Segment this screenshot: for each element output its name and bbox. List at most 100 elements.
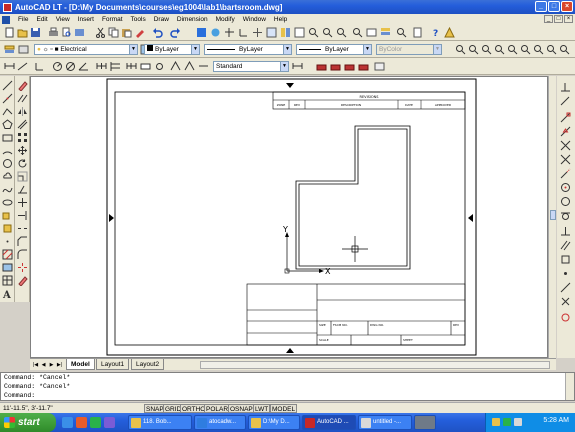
horizontal-scrollbar[interactable] — [200, 361, 550, 369]
construction-line-icon[interactable] — [2, 93, 13, 104]
snap-from-icon[interactable] — [224, 27, 235, 38]
desktop-icon[interactable] — [90, 417, 101, 428]
polygon-icon[interactable] — [2, 119, 13, 130]
new-icon[interactable] — [4, 27, 15, 38]
snap-endpoint-icon[interactable] — [560, 112, 571, 123]
task-button[interactable]: atocadw... — [194, 415, 246, 430]
tab-next-button[interactable]: ▶ — [48, 361, 55, 369]
tab-last-button[interactable]: ▶| — [56, 361, 63, 369]
tab-layout2[interactable]: Layout2 — [131, 359, 165, 370]
edit-text-icon[interactable] — [17, 275, 28, 286]
layer-manager-icon[interactable] — [380, 27, 391, 38]
coordinate-readout[interactable]: 11'-11.5", 3'-11.7" — [3, 405, 53, 412]
zoom-all-extents-icon[interactable] — [546, 44, 557, 55]
ellipse-icon[interactable] — [2, 197, 13, 208]
open-icon[interactable] — [17, 27, 28, 38]
menu-format[interactable]: Format — [98, 16, 127, 23]
chevron-down-icon[interactable]: ▼ — [363, 45, 371, 54]
zoom-realtime-icon[interactable] — [308, 27, 319, 38]
zoom-icon[interactable] — [352, 27, 363, 38]
snap-intersection-icon[interactable] — [560, 140, 571, 151]
outlook-icon[interactable] — [104, 417, 115, 428]
rectangle-icon[interactable] — [2, 132, 13, 143]
zoom-previous-icon[interactable] — [336, 27, 347, 38]
app-icon[interactable] — [3, 2, 12, 12]
xref-clip-icon[interactable] — [374, 61, 385, 72]
fillet-icon[interactable] — [17, 249, 28, 260]
snap-extension-icon[interactable] — [560, 168, 571, 179]
ordinate-dimension-icon[interactable] — [34, 61, 45, 72]
model-toggle[interactable]: MODEL — [270, 404, 298, 413]
zoom-extents-icon[interactable] — [533, 44, 544, 55]
tab-layout1[interactable]: Layout1 — [96, 359, 130, 370]
menu-window[interactable]: Window — [239, 16, 270, 23]
zoom-in-icon[interactable] — [455, 44, 466, 55]
drawing-canvas[interactable]: REVISIONS ZONE REV DESCRIPTION DATE APPR… — [30, 76, 548, 358]
offset-icon[interactable] — [17, 119, 28, 130]
dimension-text-edit-icon[interactable] — [184, 61, 195, 72]
task-button-active[interactable]: AutoCAD ... — [302, 415, 356, 430]
dim-style-select[interactable]: Standard ▼ — [213, 61, 289, 72]
polyline-icon[interactable] — [2, 106, 13, 117]
redo-icon[interactable] — [170, 27, 181, 38]
close-button[interactable]: × — [561, 1, 573, 12]
plot-icon[interactable] — [74, 27, 85, 38]
cloud-icon[interactable] — [2, 171, 13, 182]
circle-icon[interactable] — [2, 158, 13, 169]
table-icon[interactable] — [2, 275, 13, 286]
support-icon[interactable] — [444, 27, 455, 38]
task-button[interactable]: D:\My D... — [248, 415, 300, 430]
break-icon[interactable] — [17, 223, 28, 234]
snap-perpendicular-icon[interactable] — [560, 226, 571, 237]
baseline-dimension-icon[interactable] — [110, 61, 121, 72]
array-icon[interactable] — [17, 132, 28, 143]
text-icon[interactable]: A — [2, 288, 13, 299]
chevron-down-icon[interactable]: ▼ — [129, 45, 137, 54]
zoom-scale-icon[interactable] — [481, 44, 492, 55]
scale-icon[interactable] — [17, 171, 28, 182]
lwt-toggle[interactable]: LWT — [253, 404, 271, 413]
dimension-update-icon[interactable] — [198, 61, 209, 72]
osnap-toggle[interactable]: OSNAP — [228, 404, 255, 413]
today-icon[interactable] — [196, 27, 207, 38]
start-button[interactable]: start — [0, 413, 56, 432]
save-icon[interactable] — [30, 27, 41, 38]
menu-modify[interactable]: Modify — [212, 16, 239, 23]
diameter-dimension-icon[interactable] — [65, 61, 76, 72]
chevron-down-icon[interactable]: ▼ — [433, 45, 441, 54]
dimension-style-icon[interactable] — [292, 61, 303, 72]
design-center-icon[interactable] — [280, 27, 291, 38]
snap-apparent-intersection-icon[interactable] — [560, 154, 571, 165]
zoom-all-icon[interactable] — [396, 27, 407, 38]
ie-icon[interactable] — [62, 417, 73, 428]
command-prompt[interactable]: Command: — [4, 391, 574, 400]
zoom-limits-icon[interactable] — [559, 44, 570, 55]
snap-none-icon[interactable] — [560, 296, 571, 307]
snap-insert-icon[interactable] — [560, 254, 571, 265]
insert-block-icon[interactable] — [330, 61, 341, 72]
paste-icon[interactable] — [121, 27, 132, 38]
stretch-icon[interactable] — [17, 184, 28, 195]
zoom-window-icon[interactable] — [322, 27, 333, 38]
layer-previous-icon[interactable] — [18, 44, 29, 55]
copy-icon[interactable] — [108, 27, 119, 38]
polar-toggle[interactable]: POLAR — [204, 404, 231, 413]
snap-quadrant-icon[interactable] — [560, 196, 571, 207]
layer-select[interactable]: ● ☼ ▫ ■ Electrical ▼ — [34, 44, 138, 55]
menu-view[interactable]: View — [52, 16, 74, 23]
copy-object-icon[interactable] — [17, 93, 28, 104]
snap-midpoint-icon[interactable] — [560, 126, 571, 137]
plotstyle-select[interactable]: ByColor ▼ — [376, 44, 442, 55]
aerial-view-icon[interactable] — [366, 27, 377, 38]
zoom-center-icon[interactable] — [494, 44, 505, 55]
region-icon[interactable] — [2, 262, 13, 273]
tolerance-icon[interactable] — [140, 61, 151, 72]
zoom-out-icon[interactable] — [468, 44, 479, 55]
dimension-edit-icon[interactable] — [170, 61, 181, 72]
snap-tangent-icon[interactable] — [560, 210, 571, 221]
undo-icon[interactable] — [152, 27, 163, 38]
insert-icon[interactable] — [2, 210, 13, 221]
radius-dimension-icon[interactable] — [52, 61, 63, 72]
trim-icon[interactable] — [17, 197, 28, 208]
command-scrollbar[interactable] — [565, 373, 574, 400]
